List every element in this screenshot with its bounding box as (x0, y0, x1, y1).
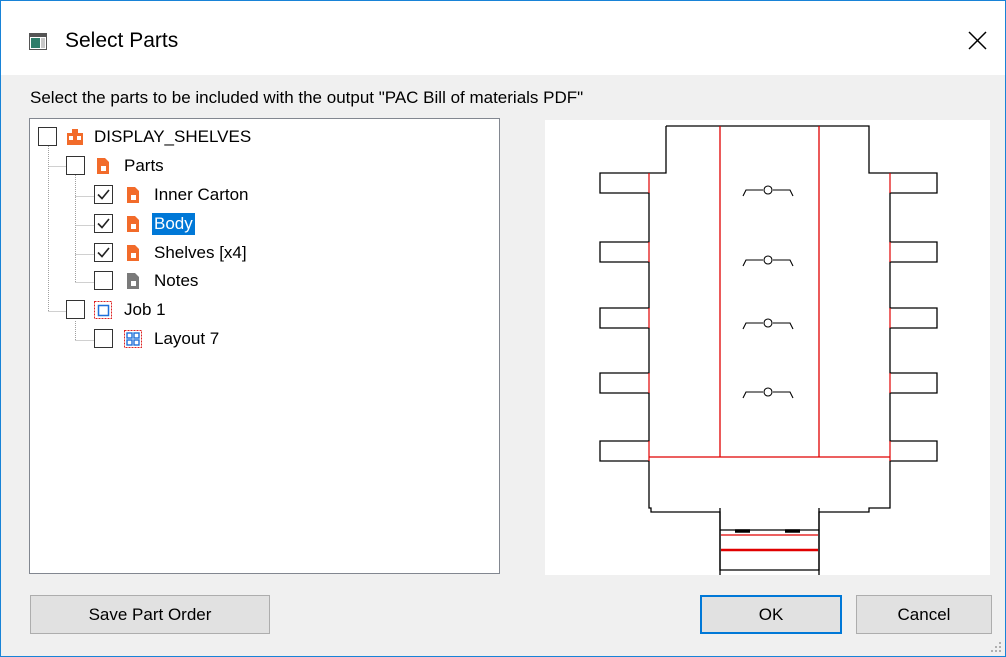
tree-item-inner-carton[interactable]: Inner Carton (30, 185, 490, 211)
tree-item-display-shelves[interactable]: DISPLAY_SHELVES (30, 127, 490, 153)
hanger-hole-0 (763, 185, 773, 195)
tree-item-label[interactable]: Shelves [x4] (152, 242, 249, 264)
tree-item-parts[interactable]: Parts (30, 156, 490, 182)
parts-tree[interactable]: DISPLAY_SHELVES Parts Inner Carton Body … (29, 118, 500, 574)
checkmark-icon (97, 189, 110, 200)
tree-item-label[interactable]: Layout 7 (152, 328, 221, 350)
window-title: Select Parts (65, 29, 179, 52)
app-icon (29, 33, 47, 50)
tree-checkbox-notes[interactable] (94, 271, 113, 290)
tree-checkbox-shelves[interactable] (94, 243, 113, 262)
tree-item-label[interactable]: Inner Carton (152, 184, 251, 206)
dieline-left-outline (599, 126, 721, 575)
tree-checkbox-parts[interactable] (66, 156, 85, 175)
checkmark-icon (97, 218, 110, 229)
notes-icon (124, 272, 142, 290)
tree-item-notes[interactable]: Notes (30, 271, 490, 297)
save-part-order-button[interactable]: Save Part Order (30, 595, 270, 634)
tree-item-label[interactable]: Notes (152, 270, 200, 292)
hanger-hole-1 (763, 255, 773, 265)
instruction-text: Select the parts to be included with the… (30, 88, 584, 107)
hanger-hole-2 (763, 318, 773, 328)
tree-checkbox-display-shelves[interactable] (38, 127, 57, 146)
tree-checkbox-job-1[interactable] (66, 300, 85, 319)
tree-item-label[interactable]: Parts (122, 155, 166, 177)
tree-checkbox-body[interactable] (94, 214, 113, 233)
tree-item-shelves[interactable]: Shelves [x4] (30, 243, 490, 269)
part-icon (124, 186, 142, 204)
job-icon (94, 301, 112, 319)
tree-item-layout-7[interactable]: Layout 7 (30, 329, 490, 355)
tree-checkbox-inner-carton[interactable] (94, 185, 113, 204)
select-parts-dialog: Select Parts Select the parts to be incl… (0, 0, 1006, 657)
part-icon (124, 244, 142, 262)
design-icon (66, 128, 84, 146)
title-bar: Select Parts (1, 1, 1005, 75)
part-icon (94, 157, 112, 175)
checkmark-icon (97, 247, 110, 258)
tree-item-job-1[interactable]: Job 1 (30, 300, 490, 326)
layout-icon (124, 330, 142, 348)
tree-item-label[interactable]: Body (152, 213, 195, 235)
part-preview (545, 120, 990, 575)
tree-item-body[interactable]: Body (30, 213, 490, 240)
tree-item-label[interactable]: DISPLAY_SHELVES (92, 126, 253, 148)
part-icon (124, 215, 142, 233)
dieline-right-outline (666, 125, 938, 575)
resize-grip-icon[interactable] (987, 638, 1003, 654)
tree-item-label[interactable]: Job 1 (122, 299, 168, 321)
cancel-button[interactable]: Cancel (856, 595, 992, 634)
hanger-hole-3 (763, 387, 773, 397)
tree-checkbox-layout-7[interactable] (94, 329, 113, 348)
close-icon[interactable] (959, 23, 995, 59)
dieline-bottom-panel (719, 508, 820, 571)
ok-button[interactable]: OK (700, 595, 842, 634)
